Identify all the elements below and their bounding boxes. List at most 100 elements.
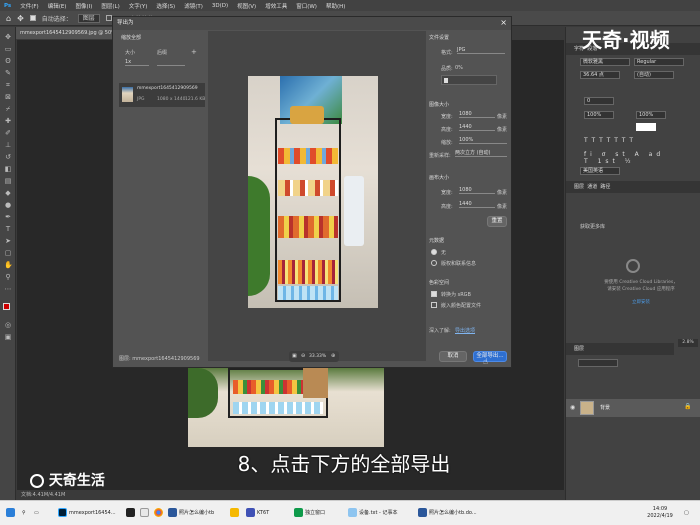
stamp-tool-icon[interactable]: ⊥ [4,141,12,149]
layers-title[interactable]: 图层 [574,346,584,352]
fit-icon[interactable]: ▣ [292,353,297,359]
document-tab[interactable]: mmexport1645412909569.jpg @ 50%(RGB/8#) [16,27,126,48]
shape-tool-icon[interactable]: ▢ [4,249,12,257]
asset-item[interactable]: mmexport1645412909569 JPG 1080 x 1440 12… [119,83,205,107]
vertical-scale-field[interactable]: 100% [584,111,614,119]
menu-3d[interactable]: 3D(D) [212,3,228,9]
taskbar-app-icon-3[interactable] [140,506,151,521]
menu-layer[interactable]: 图层(L) [101,2,119,10]
export-options-link[interactable]: 导出选项 [455,327,475,334]
hand-tool-icon[interactable]: ✋ [4,261,13,269]
layer-row-background[interactable]: ◉ 背景 🔒 [566,399,700,417]
close-icon[interactable]: × [500,18,507,27]
font-style-select[interactable]: Regular [634,58,684,66]
convert-srgb-checkbox[interactable] [431,291,437,297]
size-select[interactable]: 1x [125,59,149,66]
home-icon[interactable]: ⌂ [6,14,11,23]
layer-filter-select[interactable] [578,359,618,367]
zoom-in-icon[interactable]: ⊕ [331,353,335,359]
metadata-none-radio[interactable] [431,249,437,255]
quick-select-tool-icon[interactable]: ✎ [4,69,12,77]
path-select-tool-icon[interactable]: ➤ [4,237,12,245]
height-input[interactable]: 1440 [459,124,495,131]
taskbar-app-icon-2[interactable] [126,506,137,521]
marquee-tool-icon[interactable]: ▭ [4,45,12,53]
menu-window[interactable]: 窗口(W) [296,2,317,10]
text-style-buttons[interactable]: TTTTTTT [584,137,674,145]
system-clock[interactable]: 14:09 2022/4/19 [640,506,680,521]
embed-profile-checkbox[interactable] [431,302,437,308]
tab-channels[interactable]: 通道 [587,184,597,190]
auto-select-checkbox[interactable] [29,15,36,21]
horizontal-scale-field[interactable]: 100% [636,111,666,119]
search-icon[interactable]: ⚲ [22,506,26,521]
taskbar-item-kt6t[interactable]: KT6T [246,506,276,521]
suffix-input[interactable] [157,59,185,66]
quality-slider-thumb[interactable] [444,78,448,83]
blur-tool-icon[interactable]: ◆ [4,189,12,197]
auto-select-target[interactable]: 图层 [77,13,100,23]
foreground-color-swatch[interactable] [3,303,10,310]
pen-tool-icon[interactable]: ✒ [4,213,12,221]
format-select[interactable]: JPG [457,47,505,54]
width-input[interactable]: 1080 [459,111,495,118]
screen-mode-icon[interactable]: ▣ [4,333,12,341]
quality-slider[interactable] [441,75,497,85]
resample-select[interactable]: 两次立方 (自动) [455,150,507,157]
dodge-tool-icon[interactable]: ● [4,201,12,209]
lasso-tool-icon[interactable]: ʘ [4,57,12,65]
taskbar-item-notepad[interactable]: 设备.txt - 记事本 [348,506,408,521]
history-brush-icon[interactable]: ↺ [4,153,12,161]
taskbar-item-doc2[interactable]: 照片怎么编小tb.do... [418,506,480,521]
add-scale-button[interactable]: + [191,48,197,56]
tab-paths[interactable]: 路径 [600,184,610,190]
gradient-tool-icon[interactable]: ▤ [4,177,12,185]
language-select[interactable]: 美国英语 [580,167,620,175]
notification-icon[interactable]: ▢ [684,506,689,521]
opentype-buttons[interactable]: fi ơ st A ad T 1st ½ [584,151,674,165]
tracking-field[interactable]: 0 [584,97,614,105]
chrome-icon[interactable] [154,506,165,521]
taskbar-app-icon-4[interactable] [230,506,241,521]
canvas-width-input[interactable]: 1080 [459,187,495,194]
start-button-icon[interactable] [6,506,17,521]
type-tool-icon[interactable]: T [4,225,12,233]
move-tool-icon[interactable]: ✥ [17,14,24,23]
reset-button[interactable]: 重置 [487,216,507,227]
zoom-out-icon[interactable]: ⊖ [301,353,305,359]
taskbar-item-doc[interactable]: 照片怎么编小tb [168,506,223,521]
export-all-button[interactable]: 全部导出... [473,351,507,362]
menu-file[interactable]: 文件(F) [20,2,38,10]
quick-mask-icon[interactable]: ◎ [4,321,12,329]
more-tools-icon[interactable]: ⋯ [4,285,12,293]
frame-tool-icon[interactable]: ⊠ [4,93,12,101]
crop-tool-icon[interactable]: ⌗ [4,81,12,89]
zoom-tool-icon[interactable]: ⚲ [4,273,12,281]
font-size-field[interactable]: 36.64 点 [580,71,620,79]
healing-tool-icon[interactable]: ✚ [4,117,12,125]
cc-install-link[interactable]: 立即安装 [586,299,696,305]
menu-plugins[interactable]: 增效工具 [265,2,287,10]
menu-edit[interactable]: 编辑(E) [48,2,67,10]
menu-view[interactable]: 视图(V) [237,2,256,10]
show-transform-checkbox[interactable] [105,15,112,21]
menu-help[interactable]: 帮助(H) [326,2,345,10]
scale-select[interactable]: 100% [459,137,507,144]
cancel-button[interactable]: 取消 [439,351,467,362]
menu-filter[interactable]: 滤镜(T) [184,2,203,10]
leading-field[interactable]: (自动) [634,71,674,79]
menu-select[interactable]: 选择(S) [156,2,175,10]
menu-type[interactable]: 文字(Y) [129,2,148,10]
metadata-copyright-radio[interactable] [431,260,437,266]
visibility-eye-icon[interactable]: ◉ [570,404,575,411]
taskbar-item-window[interactable]: 独立窗口 [294,506,334,521]
brush-tool-icon[interactable]: ✐ [4,129,12,137]
menu-image[interactable]: 图像(I) [75,2,92,10]
tab-layers[interactable]: 图层 [574,184,584,190]
canvas-height-input[interactable]: 1440 [459,201,495,208]
eraser-tool-icon[interactable]: ◧ [4,165,12,173]
text-color-swatch[interactable] [636,123,656,131]
task-view-icon[interactable]: ▭ [34,506,39,521]
font-family-select[interactable]: 微软雅黑 [580,58,630,66]
taskbar-item-photoshop[interactable]: mmexport16454... [58,506,118,521]
